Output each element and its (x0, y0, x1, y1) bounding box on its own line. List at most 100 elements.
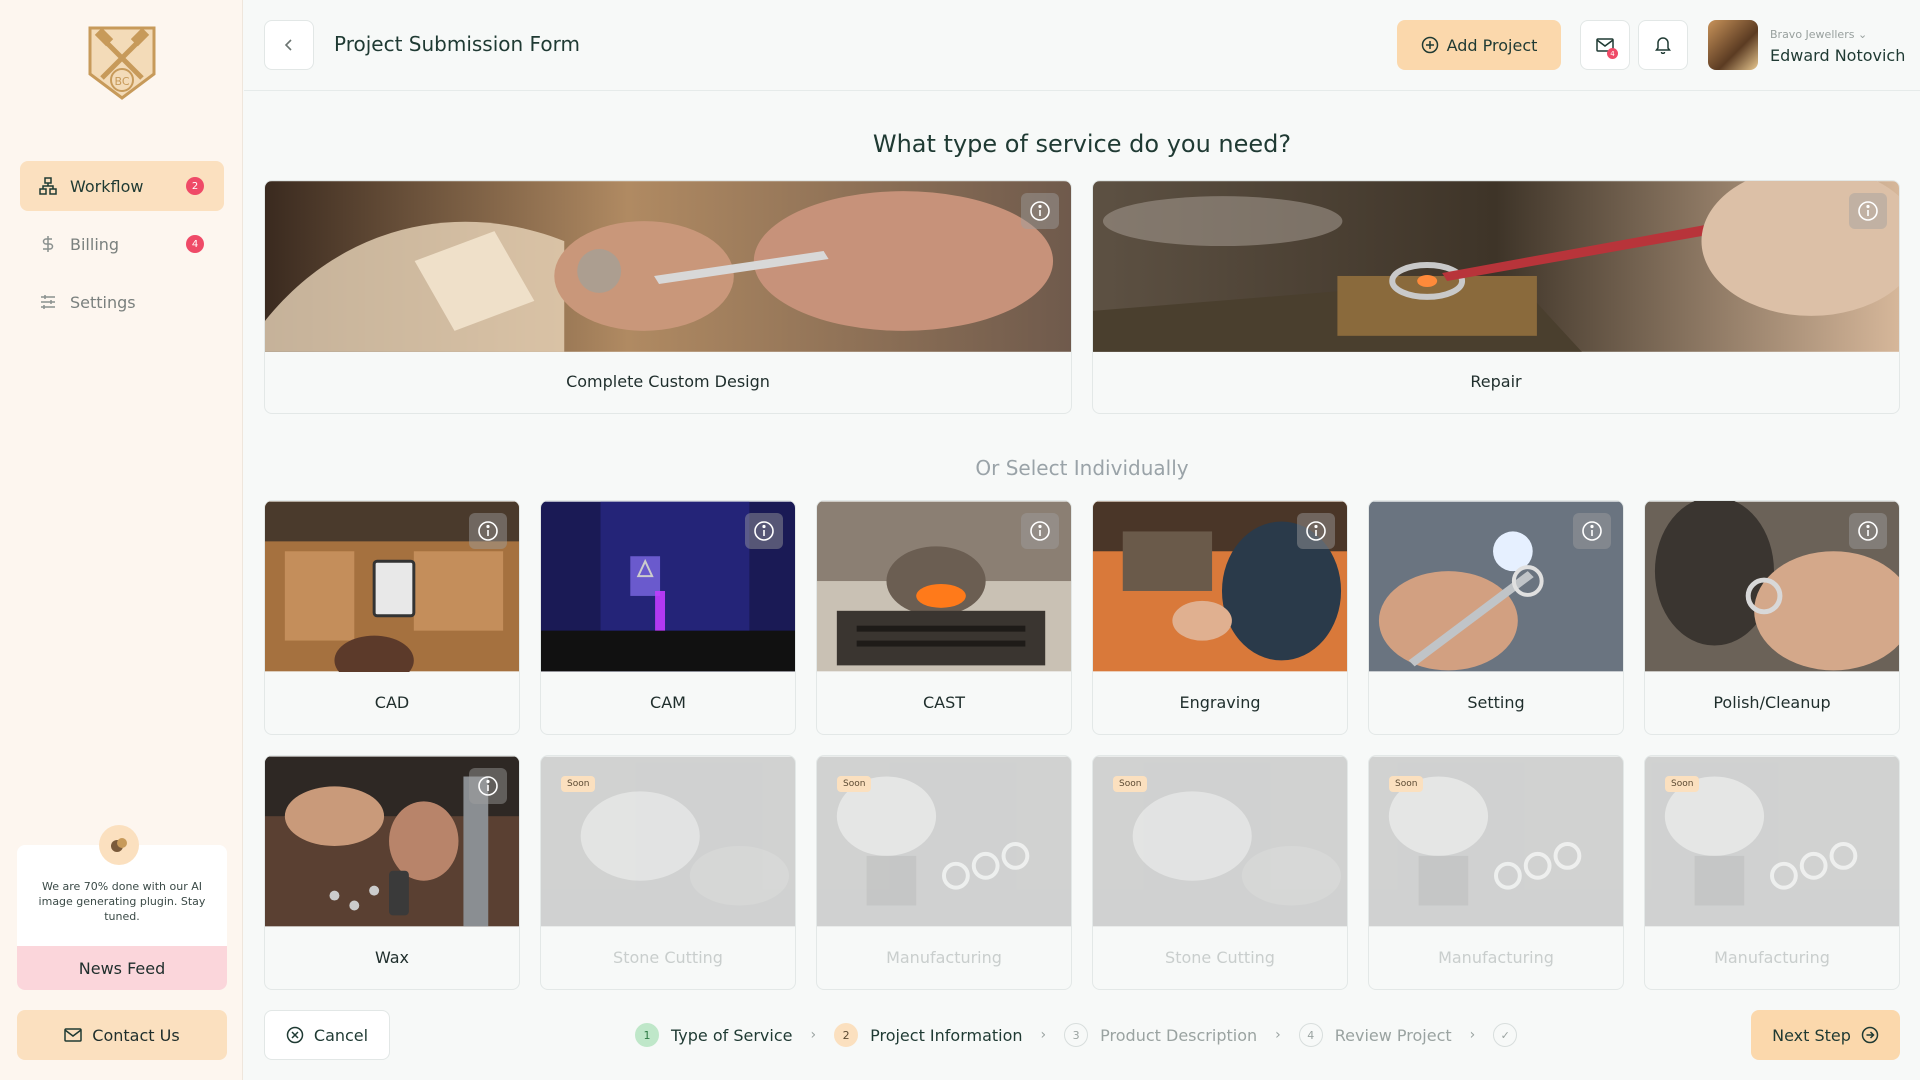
service-card-custom-design[interactable]: Complete Custom Design (264, 180, 1072, 414)
info-icon[interactable] (469, 768, 507, 804)
service-label: Manufacturing (1714, 947, 1830, 967)
contact-us-label: Contact Us (92, 1025, 180, 1045)
service-label: CAST (922, 692, 966, 712)
add-project-label: Add Project (1446, 35, 1538, 55)
info-icon[interactable] (469, 513, 507, 549)
sliders-icon (38, 292, 58, 312)
service-label: Wax (374, 947, 410, 967)
sidebar-item-label: Billing (70, 234, 120, 254)
step-label: Product Description (1100, 1025, 1258, 1045)
sidebar-item-settings[interactable]: Settings (20, 277, 224, 327)
service-label: Manufacturing (886, 947, 1002, 967)
service-card-engraving[interactable]: Engraving (1092, 500, 1348, 735)
chevron-right-icon: › (810, 1027, 817, 1043)
step-label: Type of Service (671, 1025, 793, 1045)
news-feed-button[interactable]: News Feed (17, 946, 227, 990)
sidebar-item-billing[interactable]: Billing 4 (20, 219, 224, 269)
user-company-dropdown[interactable]: Bravo Jewellers ⌄ (1770, 28, 1867, 41)
jeweler-crafting-image (265, 181, 1071, 352)
soon-badge: Soon (837, 776, 872, 792)
service-label: CAM (650, 692, 686, 712)
info-icon[interactable] (1021, 193, 1059, 229)
mail-badge: 4 (1607, 48, 1618, 59)
service-label: Stone Cutting (613, 947, 723, 967)
service-label: Repair (1470, 372, 1522, 391)
service-card-wax[interactable]: Wax (264, 755, 520, 990)
step-review-project[interactable]: 4 Review Project (1298, 1023, 1452, 1047)
service-card-manufacturing-soon: Soon Manufacturing (816, 755, 1072, 990)
service-label: CAD (374, 692, 410, 712)
step-label: Project Information (870, 1025, 1023, 1045)
service-card-stone-cutting-soon: Soon Stone Cutting (1092, 755, 1348, 990)
brand-logo[interactable]: BC (86, 24, 158, 100)
jewelry-repair-image (1093, 181, 1899, 352)
sidebar-item-workflow[interactable]: Workflow 2 (20, 161, 224, 211)
top-header: Project Submission Form Add Project 4 Br… (244, 0, 1920, 91)
news-card: We are 70% done with our AI image genera… (17, 825, 227, 990)
mail-icon (64, 1028, 83, 1042)
user-avatar[interactable] (1708, 20, 1758, 70)
info-icon[interactable] (1849, 513, 1887, 549)
step-number: 3 (1064, 1023, 1089, 1047)
add-project-button[interactable]: Add Project (1397, 20, 1561, 70)
step-number: 1 (635, 1023, 659, 1047)
service-card-polish-cleanup[interactable]: Polish/Cleanup (1644, 500, 1900, 735)
info-icon[interactable] (1021, 513, 1059, 549)
service-question: What type of service do you need? (872, 130, 1292, 158)
notifications-button[interactable] (1638, 20, 1688, 70)
sidebar: BC Workflow 2 Billing 4 Settings We are … (0, 0, 243, 1080)
check-icon: ✓ (1493, 1023, 1518, 1047)
svg-text:BC: BC (114, 75, 129, 88)
service-card-cad[interactable]: CAD (264, 500, 520, 735)
page-title: Project Submission Form (334, 32, 580, 56)
sidebar-item-label: Workflow (70, 176, 144, 196)
service-label: Manufacturing (1438, 947, 1554, 967)
dollar-icon (38, 234, 58, 254)
cancel-label: Cancel (313, 1025, 369, 1045)
step-number: 2 (834, 1023, 859, 1047)
step-complete[interactable]: ✓ (1493, 1023, 1518, 1047)
soon-badge: Soon (1389, 776, 1424, 792)
user-name: Edward Notovich (1770, 46, 1906, 65)
step-label: Review Project (1334, 1025, 1452, 1045)
messages-button[interactable]: 4 (1580, 20, 1630, 70)
chevron-left-icon (284, 39, 292, 51)
service-card-manufacturing-soon: Soon Manufacturing (1644, 755, 1900, 990)
user-company: Bravo Jewellers (1770, 28, 1855, 41)
service-label: Setting (1467, 692, 1525, 712)
service-card-cam[interactable]: CAM (540, 500, 796, 735)
sidebar-item-label: Settings (70, 292, 136, 312)
service-label: Polish/Cleanup (1713, 692, 1831, 712)
service-label: Engraving (1179, 692, 1261, 712)
info-icon[interactable] (1849, 193, 1887, 229)
next-step-button[interactable]: Next Step (1751, 1010, 1900, 1060)
news-avatar (99, 825, 139, 865)
service-card-stone-cutting-soon: Soon Stone Cutting (540, 755, 796, 990)
chevron-down-icon: ⌄ (1857, 28, 1868, 41)
service-card-repair[interactable]: Repair (1092, 180, 1900, 414)
service-card-cast[interactable]: CAST (816, 500, 1072, 735)
close-circle-icon (286, 1026, 304, 1044)
info-icon[interactable] (1297, 513, 1335, 549)
soon-badge: Soon (1665, 776, 1700, 792)
back-button[interactable] (264, 20, 314, 70)
info-icon[interactable] (745, 513, 783, 549)
chevron-right-icon: › (1040, 1027, 1047, 1043)
soon-badge: Soon (561, 776, 596, 792)
arrow-right-circle-icon (1861, 1026, 1879, 1044)
next-step-label: Next Step (1772, 1025, 1851, 1045)
step-project-information[interactable]: 2 Project Information (834, 1023, 1023, 1047)
workflow-icon (38, 176, 58, 196)
cancel-button[interactable]: Cancel (264, 1010, 390, 1060)
step-product-description[interactable]: 3 Product Description (1064, 1023, 1257, 1047)
service-label: Complete Custom Design (566, 372, 770, 391)
service-card-manufacturing-soon: Soon Manufacturing (1368, 755, 1624, 990)
chevron-right-icon: › (1275, 1027, 1281, 1043)
step-type-of-service[interactable]: 1 Type of Service (635, 1023, 792, 1047)
info-icon[interactable] (1573, 513, 1611, 549)
contact-us-button[interactable]: Contact Us (17, 1010, 227, 1060)
plus-circle-icon (1421, 36, 1438, 54)
chevron-right-icon: › (1469, 1027, 1476, 1043)
bell-icon (1655, 37, 1671, 54)
service-card-setting[interactable]: Setting (1368, 500, 1624, 735)
